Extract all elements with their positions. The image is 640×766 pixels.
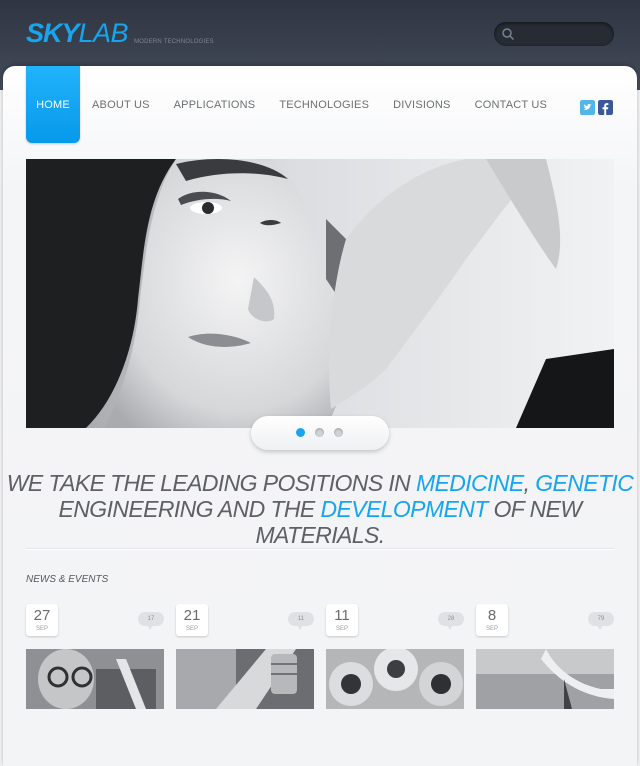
news-item[interactable]: 21 SEP 11: [176, 604, 314, 709]
nav-item-about-us[interactable]: ABOUT US: [80, 66, 162, 143]
nav-item-label: DIVISIONS: [393, 98, 451, 111]
date-month: SEP: [185, 626, 198, 632]
comment-count[interactable]: 79: [588, 612, 614, 630]
nav-item-label: ABOUT US: [92, 98, 150, 111]
hero-slider[interactable]: [26, 159, 614, 428]
slider-pager: [251, 416, 389, 450]
search-box[interactable]: [494, 22, 614, 46]
slider-dot[interactable]: [315, 428, 324, 437]
logo-brand-light: LAB: [78, 18, 129, 48]
nav-item-label: APPLICATIONS: [173, 98, 256, 111]
date-day: 27: [33, 607, 51, 624]
tagline-text: WE TAKE THE LEADING POSITIONS IN: [6, 470, 416, 496]
date-badge: 8 SEP: [476, 604, 508, 636]
tagline-highlight: MEDICINE: [415, 470, 524, 496]
comment-count[interactable]: 17: [138, 612, 164, 630]
news-item[interactable]: 11 SEP 28: [326, 604, 464, 709]
comment-count[interactable]: 28: [438, 612, 464, 630]
date-month: SEP: [35, 626, 48, 632]
slider-dot[interactable]: [296, 428, 305, 437]
logo-brand-bold: SKY: [26, 18, 80, 48]
news-thumbnail[interactable]: [26, 649, 164, 709]
news-thumbnail[interactable]: [476, 649, 614, 709]
nav-item-divisions[interactable]: DIVISIONS: [381, 66, 462, 143]
nav-item-contact-us[interactable]: CONTACT US: [463, 66, 560, 143]
news-item[interactable]: 27 SEP 17: [26, 604, 164, 709]
tagline-text: ,: [523, 470, 536, 496]
nav-item-label: TECHNOLOGIES: [279, 98, 370, 111]
date-badge: 21 SEP: [176, 604, 208, 636]
news-thumbnail[interactable]: [326, 649, 464, 709]
date-day: 11: [334, 607, 350, 624]
date-month: SEP: [335, 626, 348, 632]
slider-dot[interactable]: [334, 428, 343, 437]
tagline-line-1: WE TAKE THE LEADING POSITIONS IN MEDICIN…: [0, 470, 640, 496]
twitter-icon[interactable]: [580, 100, 595, 115]
news-section-title: NEWS & EVENTS: [26, 574, 109, 585]
date-badge: 27 SEP: [26, 604, 58, 636]
logo-tagline: MODERN TECHNOLOGIES: [134, 39, 214, 45]
date-day: 21: [183, 607, 201, 624]
date-day: 8: [487, 607, 497, 624]
date-badge: 11 SEP: [326, 604, 358, 636]
news-thumbnail[interactable]: [176, 649, 314, 709]
tagline-highlight: DEVELOPMENT: [320, 496, 488, 522]
tagline-highlight: GENETIC: [535, 470, 634, 496]
nav-item-technologies[interactable]: TECHNOLOGIES: [267, 66, 381, 143]
date-month: SEP: [485, 626, 498, 632]
search-input[interactable]: [520, 26, 610, 44]
nav-item-home[interactable]: HOME: [26, 66, 80, 143]
section-divider: [26, 548, 614, 550]
main-nav: HOME ABOUT US APPLICATIONS TECHNOLOGIES …: [26, 66, 559, 143]
nav-item-applications[interactable]: APPLICATIONS: [162, 66, 268, 143]
comment-count[interactable]: 11: [288, 612, 314, 630]
tagline-text: ENGINEERING AND THE: [58, 496, 321, 522]
facebook-icon[interactable]: [598, 100, 613, 115]
search-icon[interactable]: [501, 27, 515, 41]
nav-item-label: HOME: [36, 98, 70, 111]
logo[interactable]: SKY LAB MODERN TECHNOLOGIES: [26, 18, 214, 48]
hero-tagline: WE TAKE THE LEADING POSITIONS IN MEDICIN…: [0, 470, 640, 548]
news-item[interactable]: 8 SEP 79: [476, 604, 614, 709]
hero-slide-image: [26, 159, 614, 428]
nav-item-label: CONTACT US: [474, 98, 548, 111]
tagline-line-2: ENGINEERING AND THE DEVELOPMENT OF NEW M…: [0, 496, 640, 548]
